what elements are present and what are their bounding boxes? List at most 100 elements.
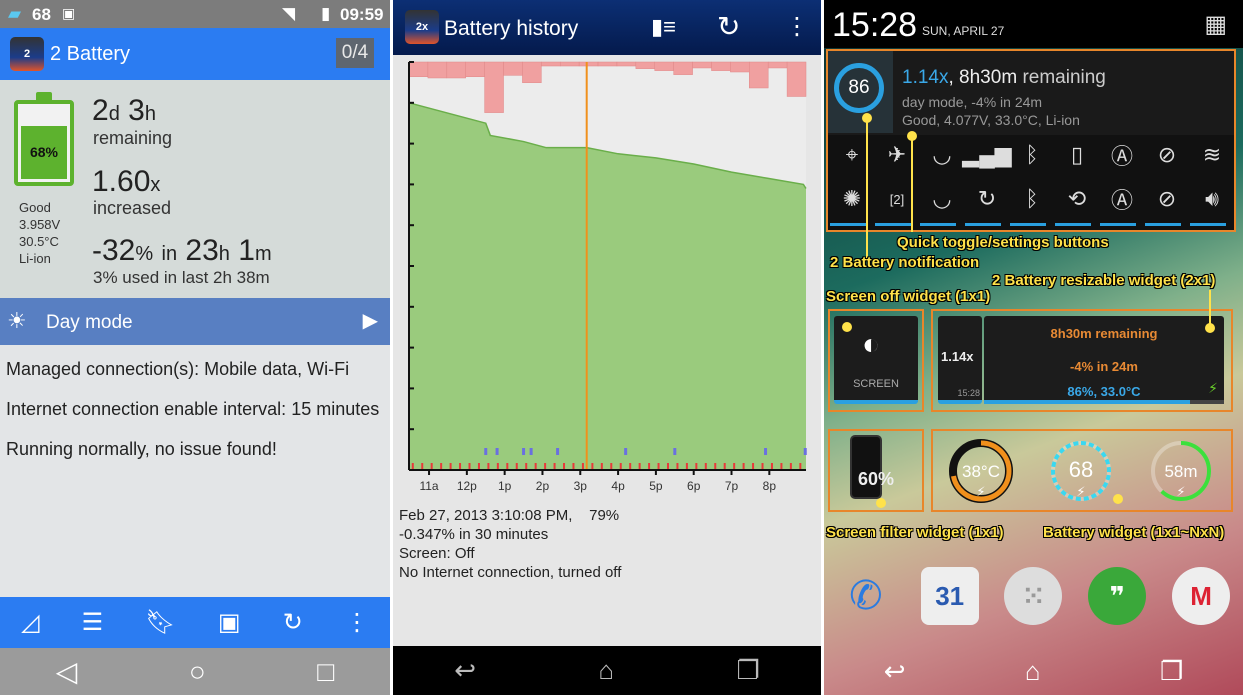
x-tick-label: 8p	[763, 479, 777, 493]
charging-icon[interactable]: ⚡	[1176, 484, 1185, 499]
drain-bar	[559, 61, 580, 67]
bluetooth-icon[interactable]: ᛒ	[1010, 135, 1054, 175]
notification-line3: Good, 4.077V, 33.0°C, Li-ion	[902, 112, 1080, 128]
bluetooth-icon[interactable]: ᛒ	[1010, 179, 1054, 219]
home-icon[interactable]: ⌂	[1025, 656, 1041, 687]
event-tick	[704, 463, 707, 470]
event-tick	[430, 463, 433, 470]
mode-label: Day mode	[46, 312, 133, 333]
back-icon[interactable]: ↩	[454, 655, 476, 686]
auto-brightness-icon[interactable]: Ⓐ	[1100, 179, 1144, 219]
status-body: Managed connection(s): Mobile data, Wi-F…	[0, 345, 390, 597]
drain-bar	[616, 61, 637, 67]
resizable-widget-frame: 1.14x 15:28 8h30m remaining -4% in 24m 8…	[931, 309, 1233, 412]
more-icon[interactable]: ⋮	[785, 12, 809, 41]
drain-bar	[786, 61, 807, 97]
refresh-icon[interactable]: ↻	[283, 608, 303, 637]
drain-bar	[635, 61, 656, 69]
calendar-icon[interactable]: 31	[920, 567, 979, 625]
event-tick	[591, 463, 594, 470]
cursor-timestamp: Feb 27, 2013 3:10:08 PM,	[399, 507, 573, 524]
event-tick	[525, 463, 528, 470]
home-icon[interactable]: ⌂	[598, 655, 614, 686]
nav-bar: ↩ ⌂ ❐	[393, 646, 821, 695]
drain-bar	[427, 61, 448, 79]
circle-widget-text[interactable]: 58m	[1164, 462, 1197, 481]
status-battery-level: 68	[32, 5, 51, 24]
screenshot-icon[interactable]: ▣	[218, 608, 241, 637]
battery-icon: ▮	[321, 4, 331, 23]
charging-icon[interactable]: ⚡	[1076, 484, 1085, 499]
battery-list-icon[interactable]: ▮≡	[651, 14, 676, 40]
play-icon[interactable]: ▶	[363, 308, 378, 333]
home-icon[interactable]: ○	[189, 656, 206, 688]
circle-widget-text[interactable]: 68	[1069, 457, 1093, 482]
status-message: Running normally, no issue found!	[6, 439, 277, 459]
circle-widget-text[interactable]: 38°C	[962, 462, 1000, 481]
pointer-line	[911, 136, 913, 232]
hangouts-icon[interactable]: ❞	[1088, 567, 1147, 625]
event-tick	[799, 463, 802, 470]
x-tick-label: 3p	[574, 479, 588, 493]
recents-icon[interactable]: □	[317, 656, 334, 688]
notification-title: 1.14x, 8h30m remaining	[902, 67, 1106, 88]
x-tick-label: 11a	[419, 479, 438, 493]
resizable-widget[interactable]: 8h30m remaining -4% in 24m 86%, 33.0°C ⚡	[984, 316, 1224, 404]
user-icon[interactable]: ▦	[1204, 10, 1227, 39]
event-tick	[468, 463, 471, 470]
drain-bar	[446, 61, 466, 79]
recents-icon[interactable]: ❐	[736, 655, 759, 686]
volume-icon[interactable]: 🔊︎	[1190, 179, 1234, 219]
quick-toggles: ⌖ ✈ ◡ ▂▄▆ ᛒ ▯ Ⓐ ⊘ ≋ ✺ [2] ◡ ↻ ᛒ ⟲ Ⓐ ⊘ 🔊︎	[828, 135, 1234, 230]
remaining-time: 2d 3h	[92, 94, 156, 127]
wifi-icon[interactable]: ◡	[920, 135, 964, 175]
bookmark-icon[interactable]: 🔖︎	[145, 608, 175, 637]
app-icon[interactable]: 2x	[405, 10, 439, 44]
data-off-icon[interactable]: ⊘	[1145, 179, 1189, 219]
back-icon[interactable]: ◁	[56, 655, 78, 688]
auto-brightness-icon[interactable]: Ⓐ	[1100, 135, 1144, 175]
recents-icon[interactable]: ❐	[1160, 656, 1183, 687]
charging-icon[interactable]: ⚡	[976, 484, 985, 499]
gmail-icon[interactable]: M	[1172, 567, 1231, 625]
rotate-icon[interactable]: ⟲	[1055, 179, 1099, 219]
apps-icon[interactable]: ⁙	[1004, 567, 1063, 625]
status-time: 09:59	[340, 5, 384, 24]
notification-level: 86	[834, 63, 884, 113]
resizable-widget-icon-tile[interactable]: 1.14x 15:28	[938, 316, 982, 404]
sync-icon[interactable]: ↻	[965, 179, 1009, 219]
notification-box[interactable]: 86 1.14x, 8h30m remaining day mode, -4% …	[826, 49, 1236, 232]
pointer-dot	[862, 113, 872, 123]
phone-icon[interactable]: ✆	[837, 567, 895, 625]
day-mode-bar[interactable]: ☀ Day mode ▶	[0, 298, 390, 345]
drain-bar	[522, 61, 542, 83]
battery-history-chart[interactable]: 11a 12p 1p 2p 3p 4p 5p 6p 7p 8p	[393, 55, 821, 505]
wifi-icon[interactable]: ◡	[920, 179, 964, 219]
chart-icon[interactable]: ◿	[21, 608, 39, 637]
event-tick	[685, 463, 688, 470]
event-tick	[676, 463, 679, 470]
x-tick-label: 5p	[649, 479, 663, 493]
drain-bar	[673, 61, 693, 75]
drain-bar	[730, 61, 750, 73]
refresh-icon[interactable]: ↻	[717, 10, 740, 43]
action-bar: 2x Battery history ▮≡ ↻ ⋮	[393, 0, 821, 55]
battery-voltage: 3.958V	[19, 217, 61, 232]
factor-label: increased	[93, 198, 172, 218]
back-icon[interactable]: ↩	[884, 656, 906, 687]
data-off-icon[interactable]: ⊘	[1145, 135, 1189, 175]
annotation-resizable: 2 Battery resizable widget (2x1)	[992, 272, 1216, 289]
drain-bar	[541, 61, 561, 67]
sliders-icon[interactable]: ☰	[82, 608, 104, 637]
counter-button[interactable]: 0/4	[336, 38, 374, 68]
more-icon[interactable]: ⋮	[345, 608, 369, 637]
app-icon[interactable]: 2	[10, 37, 44, 71]
screen-icon[interactable]: ▯	[1055, 135, 1099, 175]
signal-icon[interactable]: ▂▄▆	[962, 135, 1011, 175]
cursor-screen: Screen: Off	[399, 545, 475, 562]
battery-percent: 68%	[29, 144, 59, 161]
drain-bar	[503, 61, 523, 76]
toggle-indicator	[830, 223, 866, 226]
event-tick	[534, 463, 537, 470]
vibrate-off-icon[interactable]: ≋	[1190, 135, 1234, 175]
